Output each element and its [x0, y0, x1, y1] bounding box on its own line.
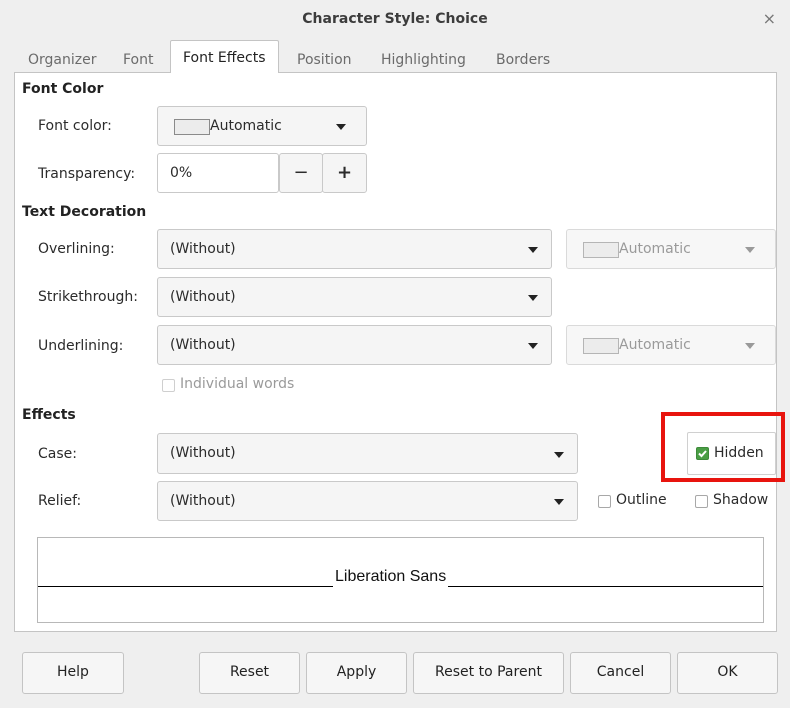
hidden-checkbox-frame[interactable]: Hidden: [687, 432, 776, 475]
font-color-heading: Font Color: [22, 81, 104, 97]
close-icon[interactable]: ×: [763, 0, 776, 38]
transparency-value: 0%: [170, 165, 193, 181]
underlining-color-value: Automatic: [619, 337, 691, 353]
case-dropdown[interactable]: (Without): [157, 433, 578, 474]
effects-heading: Effects: [22, 407, 76, 423]
chevron-down-icon: [554, 452, 564, 458]
transparency-increase-button[interactable]: +: [322, 153, 367, 193]
color-swatch-icon: [583, 338, 619, 354]
tab-position[interactable]: Position: [297, 48, 352, 72]
cancel-button[interactable]: Cancel: [570, 652, 671, 694]
font-color-value: Automatic: [210, 118, 282, 134]
chevron-down-icon: [528, 295, 538, 301]
reset-to-parent-button[interactable]: Reset to Parent: [413, 652, 564, 694]
overlining-color-value: Automatic: [619, 241, 691, 257]
chevron-down-icon: [745, 343, 755, 349]
underlining-value: (Without): [170, 337, 236, 353]
case-value: (Without): [170, 445, 236, 461]
hidden-label: Hidden: [714, 445, 764, 461]
hidden-checkbox[interactable]: [696, 447, 709, 460]
tab-borders[interactable]: Borders: [496, 48, 550, 72]
overlining-color-dropdown[interactable]: Automatic: [566, 229, 776, 269]
chevron-down-icon: [528, 247, 538, 253]
color-swatch-icon: [174, 119, 210, 135]
strikethrough-value: (Without): [170, 289, 236, 305]
help-button[interactable]: Help: [22, 652, 124, 694]
outline-label: Outline: [616, 492, 667, 508]
color-swatch-icon: [583, 242, 619, 258]
relief-label: Relief:: [38, 493, 82, 509]
shadow-label: Shadow: [713, 492, 769, 508]
preview-text: Liberation Sans: [333, 566, 449, 588]
font-color-label: Font color:: [38, 118, 112, 134]
outline-checkbox[interactable]: [598, 495, 611, 508]
tab-font-effects[interactable]: Font Effects: [170, 40, 279, 73]
chevron-down-icon: [554, 499, 564, 505]
window-title: Character Style: Choice: [302, 11, 488, 27]
individual-words-checkbox[interactable]: [162, 379, 175, 392]
chevron-down-icon: [336, 124, 346, 130]
transparency-decrease-button[interactable]: −: [279, 153, 323, 193]
tab-highlighting[interactable]: Highlighting: [381, 48, 466, 72]
chevron-down-icon: [745, 247, 755, 253]
relief-value: (Without): [170, 493, 236, 509]
transparency-label: Transparency:: [38, 166, 136, 182]
individual-words-label: Individual words: [180, 376, 295, 392]
text-decoration-heading: Text Decoration: [22, 204, 147, 220]
underlining-label: Underlining:: [38, 338, 124, 354]
case-label: Case:: [38, 446, 77, 462]
font-preview: Liberation Sans: [37, 537, 764, 623]
overlining-label: Overlining:: [38, 241, 115, 257]
relief-dropdown[interactable]: (Without): [157, 481, 578, 521]
transparency-input[interactable]: 0%: [157, 153, 279, 193]
overlining-value: (Without): [170, 241, 236, 257]
chevron-down-icon: [528, 343, 538, 349]
apply-button[interactable]: Apply: [306, 652, 407, 694]
underlining-color-dropdown[interactable]: Automatic: [566, 325, 776, 365]
overlining-dropdown[interactable]: (Without): [157, 229, 552, 269]
tab-font[interactable]: Font: [123, 48, 153, 72]
reset-button[interactable]: Reset: [199, 652, 300, 694]
underlining-dropdown[interactable]: (Without): [157, 325, 552, 365]
checkmark-icon: [698, 450, 707, 458]
font-color-dropdown[interactable]: Automatic: [157, 106, 367, 146]
strikethrough-dropdown[interactable]: (Without): [157, 277, 552, 317]
ok-button[interactable]: OK: [677, 652, 778, 694]
strikethrough-label: Strikethrough:: [38, 289, 138, 305]
tab-organizer[interactable]: Organizer: [28, 48, 96, 72]
shadow-checkbox[interactable]: [695, 495, 708, 508]
